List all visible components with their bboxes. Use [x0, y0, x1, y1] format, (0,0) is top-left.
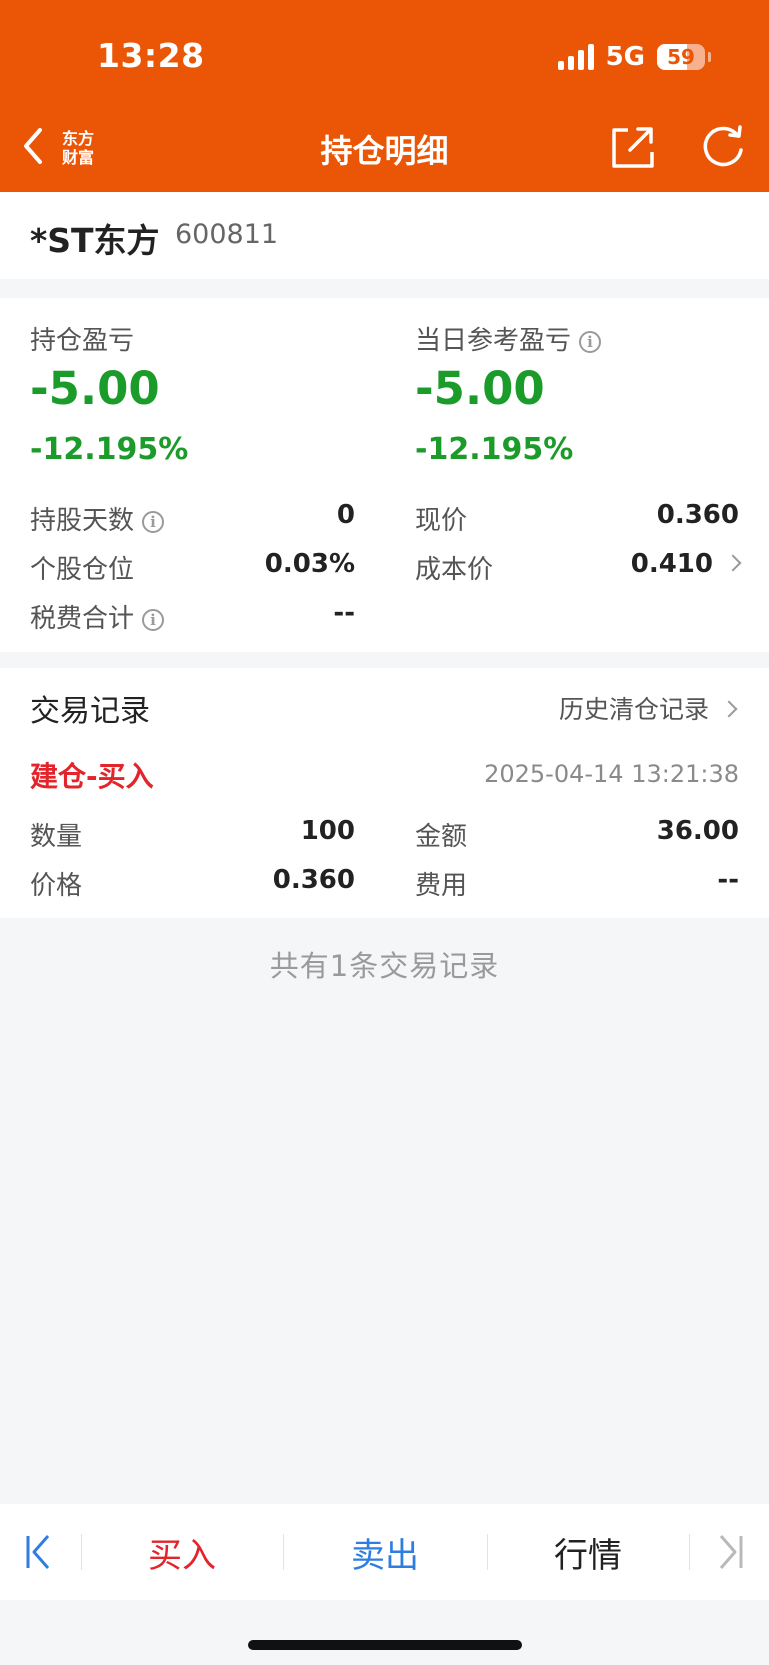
cost-price-value: 0.410 — [630, 549, 713, 579]
status-time: 13:28 — [97, 36, 205, 75]
trade-amount-value: 36.00 — [656, 816, 739, 846]
next-stock-icon[interactable] — [715, 1534, 745, 1570]
chevron-right-icon — [720, 700, 738, 718]
buy-button[interactable]: 买入 — [82, 1504, 282, 1600]
profit-card: 持仓盈亏 -5.00 -12.195% 当日参考盈亏 i -5.00 -12.19… — [0, 298, 769, 652]
trade-fee-value: -- — [717, 865, 739, 895]
daily-pl-label-wrap: 当日参考盈亏 i — [415, 320, 602, 357]
trade-records-card: 交易记录 历史清仓记录 建仓-买入 2025-04-14 13:21:38 数量… — [0, 668, 769, 918]
daily-pl-label: 当日参考盈亏 — [415, 326, 572, 356]
tax-total-label-wrap: 税费合计 i — [30, 598, 165, 635]
hold-days-label: 持股天数 — [30, 506, 135, 536]
daily-pl-value: -5.00 — [415, 362, 545, 415]
cost-price-row[interactable]: 0.410 — [630, 549, 742, 579]
stock-bar: *ST东方 600811 — [0, 192, 769, 279]
trade-price-value: 0.360 — [272, 865, 355, 895]
trade-price-label: 价格 — [30, 871, 83, 901]
home-indicator[interactable] — [248, 1640, 522, 1650]
signal-icon — [557, 44, 594, 70]
trade-qty-value: 100 — [300, 816, 355, 846]
bottom-action-bar: 买入 卖出 行情 — [0, 1504, 769, 1600]
status-indicators: 5G 59 — [557, 40, 711, 74]
previous-stock-icon[interactable] — [24, 1534, 54, 1570]
daily-pl-pct: -12.195% — [415, 432, 574, 467]
battery-level: 59 — [667, 45, 695, 69]
info-icon[interactable]: i — [142, 609, 165, 631]
stock-code: 600811 — [175, 219, 279, 250]
market-button[interactable]: 行情 — [488, 1504, 688, 1600]
history-clear-link[interactable]: 历史清仓记录 — [558, 690, 738, 726]
cost-price-label: 成本价 — [415, 555, 494, 585]
position-ratio-label: 个股仓位 — [30, 555, 135, 585]
history-clear-label: 历史清仓记录 — [558, 695, 709, 724]
trade-fee-label: 费用 — [415, 871, 468, 901]
info-icon[interactable]: i — [142, 511, 165, 533]
header: 13:28 5G 59 东方 财富 持仓明细 — [0, 0, 769, 192]
network-label: 5G — [605, 42, 645, 72]
stock-name: *ST东方 — [30, 221, 160, 260]
current-price-label: 现价 — [415, 506, 468, 536]
trade-time: 2025-04-14 13:21:38 — [484, 760, 739, 788]
sell-button[interactable]: 卖出 — [284, 1504, 486, 1600]
share-icon[interactable] — [610, 124, 656, 170]
trade-amount-label: 金额 — [415, 822, 468, 852]
trade-count-summary: 共有1条交易记录 — [269, 949, 500, 983]
trade-qty-label: 数量 — [30, 822, 83, 852]
position-ratio-value: 0.03% — [264, 549, 355, 579]
refresh-icon[interactable] — [700, 124, 746, 170]
trade-records-title: 交易记录 — [30, 694, 150, 729]
page: 13:28 5G 59 东方 财富 持仓明细 *ST东方 600811 持仓盈亏… — [0, 0, 769, 1665]
hold-days-label-wrap: 持股天数 i — [30, 500, 165, 537]
holding-pl-pct: -12.195% — [30, 432, 189, 467]
tax-total-value: -- — [333, 598, 355, 628]
chevron-right-icon — [724, 554, 742, 572]
holding-pl-label: 持仓盈亏 — [30, 326, 135, 356]
current-price-value: 0.360 — [656, 500, 739, 530]
battery-icon: 59 — [657, 44, 711, 70]
tax-total-label: 税费合计 — [30, 604, 135, 634]
trade-type: 建仓-买入 — [30, 760, 154, 793]
hold-days-value: 0 — [336, 500, 355, 530]
holding-pl-value: -5.00 — [30, 362, 160, 415]
info-icon[interactable]: i — [579, 331, 602, 353]
